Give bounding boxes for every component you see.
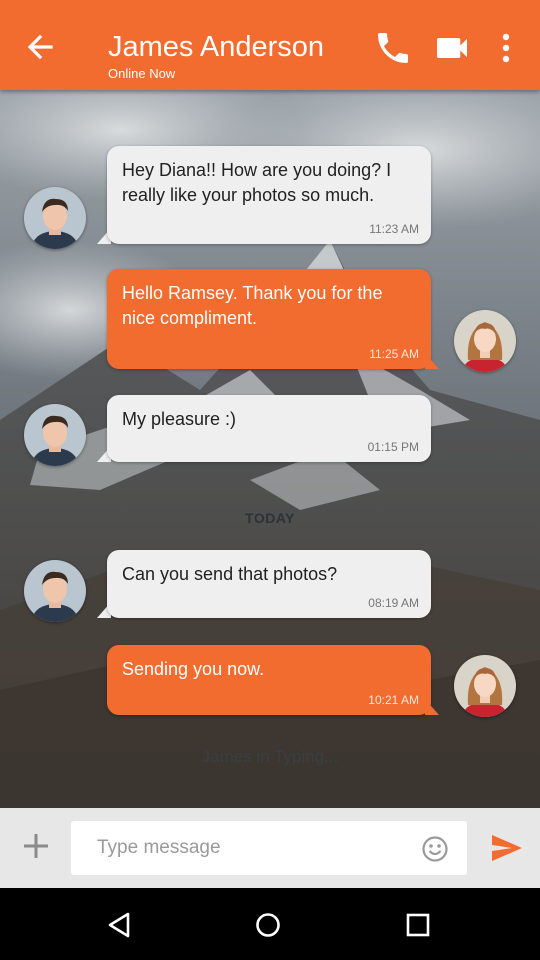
- more-vert-icon[interactable]: [486, 28, 526, 68]
- message-text: Hello Ramsey. Thank you for the nice com…: [122, 283, 383, 328]
- nav-recents-square-icon[interactable]: [403, 910, 433, 940]
- smiley-icon[interactable]: [421, 835, 449, 863]
- system-navigation-bar: [0, 888, 540, 960]
- message-time: 10:21 AM: [368, 693, 419, 707]
- chat-header: James Anderson Online Now: [0, 0, 540, 90]
- message-input[interactable]: [95, 834, 399, 862]
- contact-name: James Anderson: [108, 31, 325, 63]
- video-camera-icon[interactable]: [432, 28, 472, 68]
- message-field-container: [71, 821, 467, 875]
- message-time: 11:23 AM: [369, 222, 419, 236]
- message-bubble-outgoing[interactable]: Hello Ramsey. Thank you for the nice com…: [107, 269, 431, 369]
- message-composer: [0, 808, 540, 888]
- plus-icon[interactable]: [20, 830, 52, 862]
- message-text: Can you send that photos?: [122, 564, 338, 584]
- contact-status: Online Now: [108, 66, 176, 81]
- message-bubble-outgoing[interactable]: Sending you now. 10:21 AM: [107, 645, 431, 715]
- message-time: 01:15 PM: [367, 440, 419, 454]
- user-avatar[interactable]: [454, 655, 516, 717]
- message-bubble-incoming[interactable]: Hey Diana!! How are you doing? I really …: [107, 146, 431, 244]
- phone-icon[interactable]: [373, 28, 413, 68]
- contact-avatar[interactable]: [24, 404, 86, 466]
- bubble-tail: [425, 353, 439, 369]
- typing-indicator: James in Typing...: [201, 747, 339, 766]
- date-divider: TODAY: [245, 510, 295, 526]
- message-bubble-incoming[interactable]: My pleasure :) 01:15 PM: [107, 395, 431, 462]
- contact-avatar[interactable]: [24, 187, 86, 249]
- nav-back-triangle-icon[interactable]: [104, 910, 134, 940]
- bubble-tail: [425, 699, 439, 715]
- message-text: Hey Diana!! How are you doing? I really …: [122, 160, 392, 205]
- message-time: 11:25 AM: [369, 347, 419, 361]
- message-bubble-incoming[interactable]: Can you send that photos? 08:19 AM: [107, 550, 431, 618]
- nav-home-circle-icon[interactable]: [253, 910, 283, 940]
- message-text: My pleasure :): [122, 409, 237, 429]
- arrow-left-icon[interactable]: [20, 24, 62, 70]
- send-icon[interactable]: [490, 833, 524, 863]
- message-text: Sending you now.: [122, 659, 265, 679]
- message-time: 08:19 AM: [368, 596, 419, 610]
- user-avatar[interactable]: [454, 310, 516, 372]
- contact-avatar[interactable]: [24, 560, 86, 622]
